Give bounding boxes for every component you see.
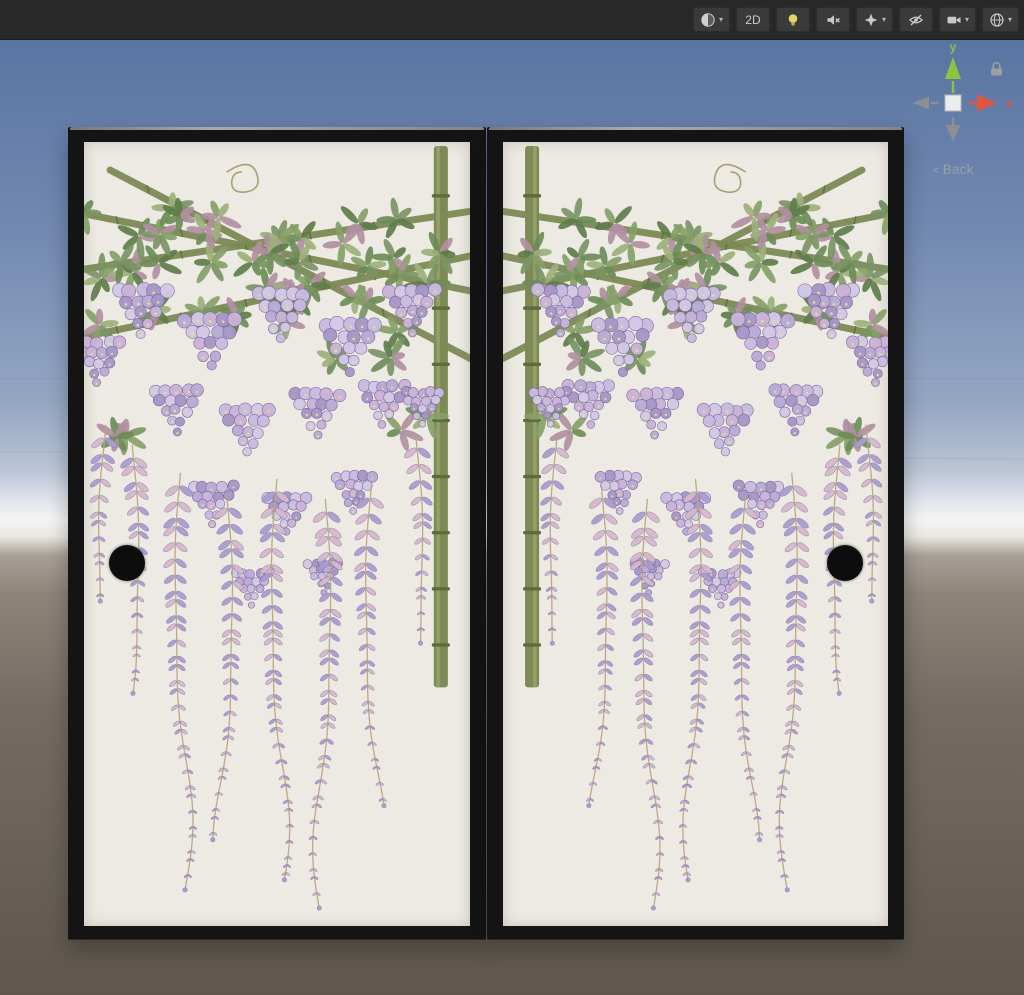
audio-muted-icon (827, 14, 840, 25)
gizmos-menu-button[interactable]: ▾ (981, 7, 1019, 32)
wisteria-painting-right (503, 146, 888, 911)
gizmo-back-button[interactable]: < Back (895, 162, 1011, 177)
axis-y-cone[interactable] (945, 57, 961, 79)
shading-mode-button[interactable]: ▾ (692, 7, 730, 32)
axis-negx-cone[interactable] (913, 96, 929, 110)
back-chevron-icon: < (932, 163, 940, 177)
effects-star-icon (864, 13, 878, 26)
wisteria-painting-left (84, 146, 470, 911)
door-panel-left (84, 142, 470, 926)
chevron-down-icon: ▾ (718, 14, 723, 24)
gizmo-center-cube[interactable] (944, 94, 962, 112)
door-handle-left (109, 545, 145, 581)
gizmo-back-label: Back (942, 162, 974, 177)
axis-negy-cone[interactable] (945, 125, 961, 141)
door-handle-right (827, 545, 863, 581)
light-bulb-icon (788, 13, 798, 26)
chevron-down-icon: ▾ (1007, 14, 1012, 24)
video-camera-icon (947, 16, 961, 23)
lighting-toggle-button[interactable] (775, 7, 810, 32)
scene-visibility-toggle-button[interactable] (898, 7, 933, 32)
2d-toggle-button[interactable]: 2D (735, 7, 770, 32)
eye-hidden-icon (909, 14, 923, 25)
scene-toolbar: ▾ 2D ▾ ▾ ▾ (0, 0, 1024, 40)
effects-dropdown-button[interactable]: ▾ (855, 7, 893, 32)
audio-toggle-button[interactable] (815, 7, 850, 32)
fusuma-door-left[interactable] (68, 127, 486, 940)
axis-y-label: y (950, 40, 957, 54)
axis-x-label: x (1006, 96, 1013, 110)
camera-view-dropdown-button[interactable]: ▾ (938, 7, 976, 32)
globe-icon (990, 12, 1004, 27)
chevron-down-icon: ▾ (964, 14, 969, 24)
chevron-down-icon: ▾ (881, 14, 886, 24)
scene-orientation-gizmo[interactable]: y x (895, 40, 1015, 165)
padlock-icon[interactable] (990, 61, 1004, 77)
shaded-sphere-icon (701, 12, 715, 27)
fusuma-door-right[interactable] (487, 127, 904, 940)
scene-viewport[interactable]: y x < Back (0, 40, 1024, 995)
axis-x-cone[interactable] (977, 94, 997, 112)
2d-toggle-label: 2D (745, 12, 761, 27)
door-panel-right (503, 142, 888, 926)
unity-scene-view: ▾ 2D ▾ ▾ ▾ y x < Back (0, 0, 1024, 995)
